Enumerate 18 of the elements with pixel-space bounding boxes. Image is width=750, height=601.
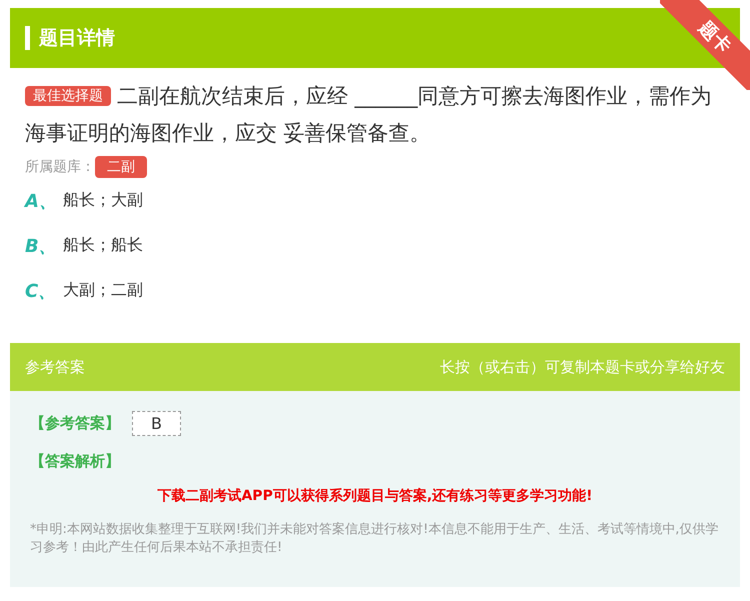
bank-label: 所属题库： (25, 158, 95, 176)
analysis-label: 【答案解析】 (30, 452, 121, 471)
answer-label: 【参考答案】 (30, 414, 120, 433)
bank-tag[interactable]: 二副 (95, 156, 147, 178)
accent-bar (25, 26, 30, 50)
disclaimer-text: *申明:本网站数据收集整理于互联网!我们并未能对答案信息进行核对!本信息不能用于生产、生活、考试等情境中,仅供学习参考！由此产生任何后果本站不承担责任! (30, 521, 720, 557)
option-text: 大副；二副 (63, 280, 143, 301)
share-hint: 长按（或右击）可复制本题卡或分享给好友 (440, 358, 725, 376)
answer-value: B (132, 411, 181, 436)
answer-section-title: 参考答案 (25, 358, 85, 376)
option-letter: A、 (25, 190, 58, 212)
page-title: 题目详情 (39, 26, 115, 51)
app-promo-text: 下载二副考试APP可以获得系列题目与答案,还有练习等更多学习功能! (156, 487, 594, 505)
option-text: 船长；船长 (63, 235, 143, 256)
option-letter: B、 (25, 234, 58, 258)
question-type-badge: 最佳选择题 (25, 86, 111, 106)
option-text: 船长；大副 (63, 190, 143, 211)
option-letter: C、 (25, 280, 58, 302)
